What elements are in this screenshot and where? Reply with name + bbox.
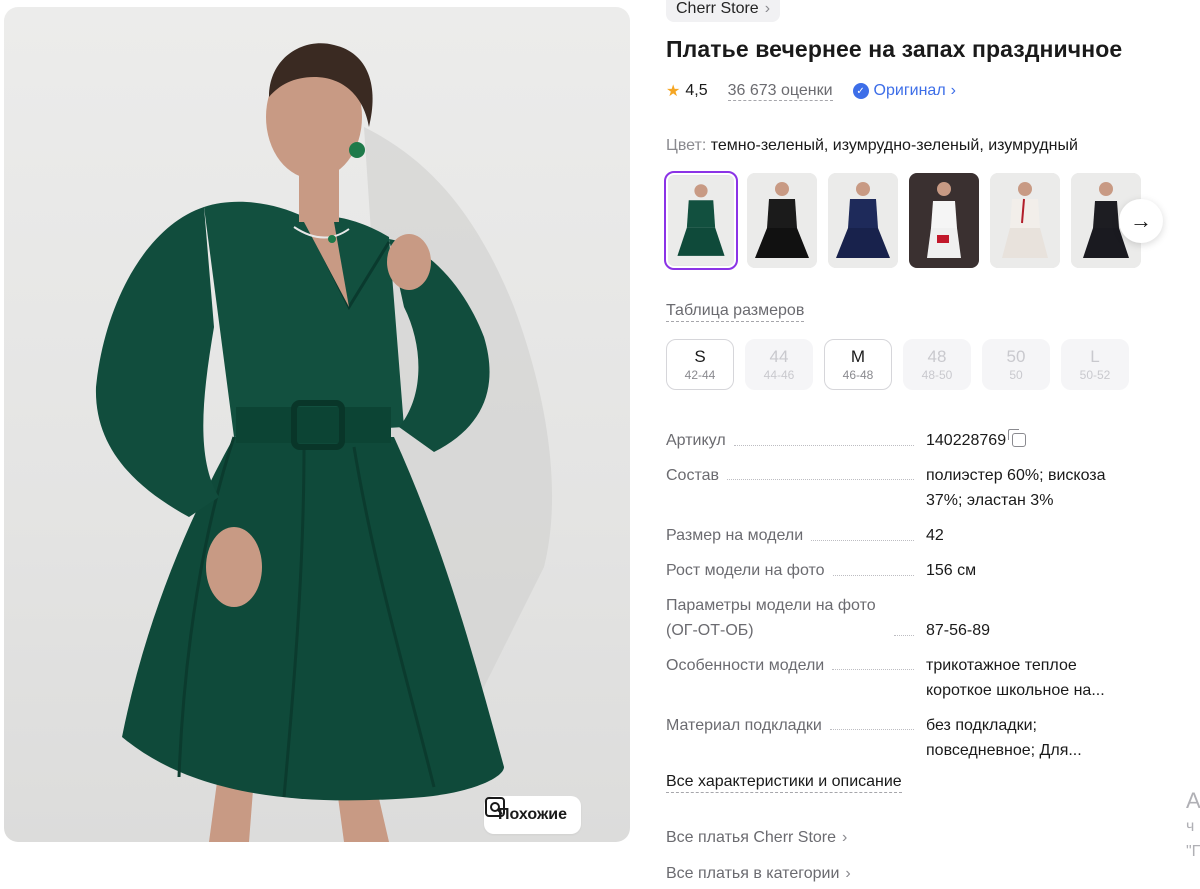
cut-off-text: "Г bbox=[1186, 843, 1200, 860]
spec-row: Артикул 140228769 bbox=[666, 428, 1156, 453]
chevron-right-icon: › bbox=[842, 829, 848, 846]
color-thumbnail-green[interactable] bbox=[664, 171, 738, 270]
size-option[interactable]: L 50-52 bbox=[1061, 339, 1129, 390]
size-sub: 48-50 bbox=[921, 367, 953, 382]
all-characteristics-link[interactable]: Все характеристики и описание bbox=[666, 772, 902, 793]
spec-row: Материал подкладки без подкладки; повсед… bbox=[666, 713, 1156, 763]
spec-key: Состав bbox=[666, 467, 719, 484]
color-value: темно-зеленый, изумрудно-зеленый, изумру… bbox=[710, 137, 1078, 154]
rating-row: ★ 4,5 36 673 оценки ✓ Оригинал › bbox=[666, 80, 956, 102]
size-table-link[interactable]: Таблица размеров bbox=[666, 301, 805, 322]
spec-row: Рост модели на фото 156 см bbox=[666, 558, 1156, 583]
spec-key: Артикул bbox=[666, 432, 726, 449]
arrow-right-icon: → bbox=[1130, 208, 1152, 233]
product-title: Платье вечернее на запах праздничное bbox=[666, 36, 1123, 62]
thumbnail-image bbox=[909, 173, 979, 268]
thumbnail-image bbox=[747, 173, 817, 268]
size-label: L bbox=[1090, 346, 1100, 366]
color-thumbnail-white[interactable] bbox=[909, 173, 979, 268]
size-selector: S 42-44 44 44-46 M 46-48 48 48-50 50 50 … bbox=[666, 339, 1129, 390]
size-option[interactable]: 50 50 bbox=[982, 339, 1050, 390]
cut-off-text: А bbox=[1186, 788, 1200, 813]
brand-name: Cherr Store bbox=[676, 0, 759, 17]
spec-value: 156 см bbox=[926, 562, 977, 579]
chevron-right-icon: › bbox=[845, 865, 851, 882]
spec-value: 140228769 bbox=[926, 432, 1007, 449]
size-sub: 50 bbox=[1009, 367, 1023, 382]
verified-check-icon: ✓ bbox=[852, 83, 869, 99]
similar-button[interactable]: Похожие bbox=[484, 796, 582, 834]
size-option[interactable]: M 46-48 bbox=[824, 339, 892, 390]
spec-key: Параметры модели на фото (ОГ-ОТ-ОБ) bbox=[666, 597, 876, 639]
image-search-icon bbox=[485, 797, 505, 817]
spec-value: полиэстер 60%; вискоза 37%; эластан 3% bbox=[926, 467, 1106, 509]
spec-value: 42 bbox=[926, 527, 944, 544]
copy-icon[interactable] bbox=[1008, 429, 1027, 447]
color-thumbnail-black[interactable] bbox=[747, 173, 817, 268]
color-thumbnail-print[interactable] bbox=[990, 173, 1060, 268]
spec-row: Размер на модели 42 bbox=[666, 523, 1156, 548]
spec-key: Материал подкладки bbox=[666, 717, 822, 734]
chevron-right-icon: › bbox=[950, 82, 956, 99]
spec-key: Рост модели на фото bbox=[666, 562, 825, 579]
all-brand-dresses-link[interactable]: Все платья Cherr Store › bbox=[666, 829, 847, 847]
original-badge[interactable]: ✓ Оригинал › bbox=[852, 82, 956, 100]
all-category-dresses-link[interactable]: Все платья в категории › bbox=[666, 865, 851, 883]
thumbnail-image bbox=[828, 173, 898, 268]
specs-list: Артикул 140228769 Состав полиэстер 60%; … bbox=[666, 428, 1156, 773]
spec-value: 87-56-89 bbox=[926, 622, 991, 639]
link-label: Все платья в категории bbox=[666, 865, 840, 882]
rating-value: 4,5 bbox=[685, 82, 708, 99]
color-thumbnail-navy[interactable] bbox=[828, 173, 898, 268]
link-label: Все платья Cherr Store bbox=[666, 829, 837, 846]
size-label: 48 bbox=[927, 346, 947, 366]
product-main-photo[interactable]: Похожие bbox=[4, 7, 630, 842]
thumbnail-image bbox=[990, 173, 1060, 268]
spec-value: трикотажное теплое короткое школьное на.… bbox=[926, 657, 1105, 699]
original-label: Оригинал bbox=[873, 82, 946, 99]
spec-key: Размер на модели bbox=[666, 527, 804, 544]
size-sub: 42-44 bbox=[684, 367, 716, 382]
brand-link[interactable]: Cherr Store › bbox=[666, 0, 781, 22]
next-thumbnails-button[interactable]: → bbox=[1119, 199, 1163, 243]
size-label: S bbox=[694, 346, 706, 366]
size-sub: 44-46 bbox=[763, 367, 795, 382]
spec-row: Состав полиэстер 60%; вискоза 37%; эласт… bbox=[666, 463, 1156, 513]
spec-value: без подкладки; повседневное; Для... bbox=[926, 717, 1082, 759]
size-option[interactable]: 44 44-46 bbox=[745, 339, 813, 390]
reviews-link[interactable]: 36 673 оценки bbox=[727, 82, 833, 101]
size-sub: 46-48 bbox=[842, 367, 874, 382]
cut-off-text: ч bbox=[1186, 818, 1195, 835]
thumbnail-image bbox=[668, 175, 734, 266]
size-sub: 50-52 bbox=[1079, 367, 1111, 382]
size-option[interactable]: 48 48-50 bbox=[903, 339, 971, 390]
dress-model-illustration bbox=[95, 43, 553, 842]
color-label: Цвет: bbox=[666, 137, 707, 154]
star-icon: ★ bbox=[666, 83, 681, 100]
spec-row: Параметры модели на фото (ОГ-ОТ-ОБ) 87-5… bbox=[666, 593, 1156, 643]
size-label: M bbox=[850, 346, 866, 366]
size-label: 50 bbox=[1006, 346, 1026, 366]
color-row: Цвет: темно-зеленый, изумрудно-зеленый, … bbox=[666, 137, 1078, 155]
chevron-right-icon: › bbox=[764, 0, 771, 17]
size-label: 44 bbox=[769, 346, 789, 366]
spec-row: Особенности модели трикотажное теплое ко… bbox=[666, 653, 1156, 703]
color-thumbnails bbox=[664, 171, 1141, 270]
spec-key: Особенности модели bbox=[666, 657, 825, 674]
similar-button-label: Похожие bbox=[498, 806, 568, 823]
size-option[interactable]: S 42-44 bbox=[666, 339, 734, 390]
